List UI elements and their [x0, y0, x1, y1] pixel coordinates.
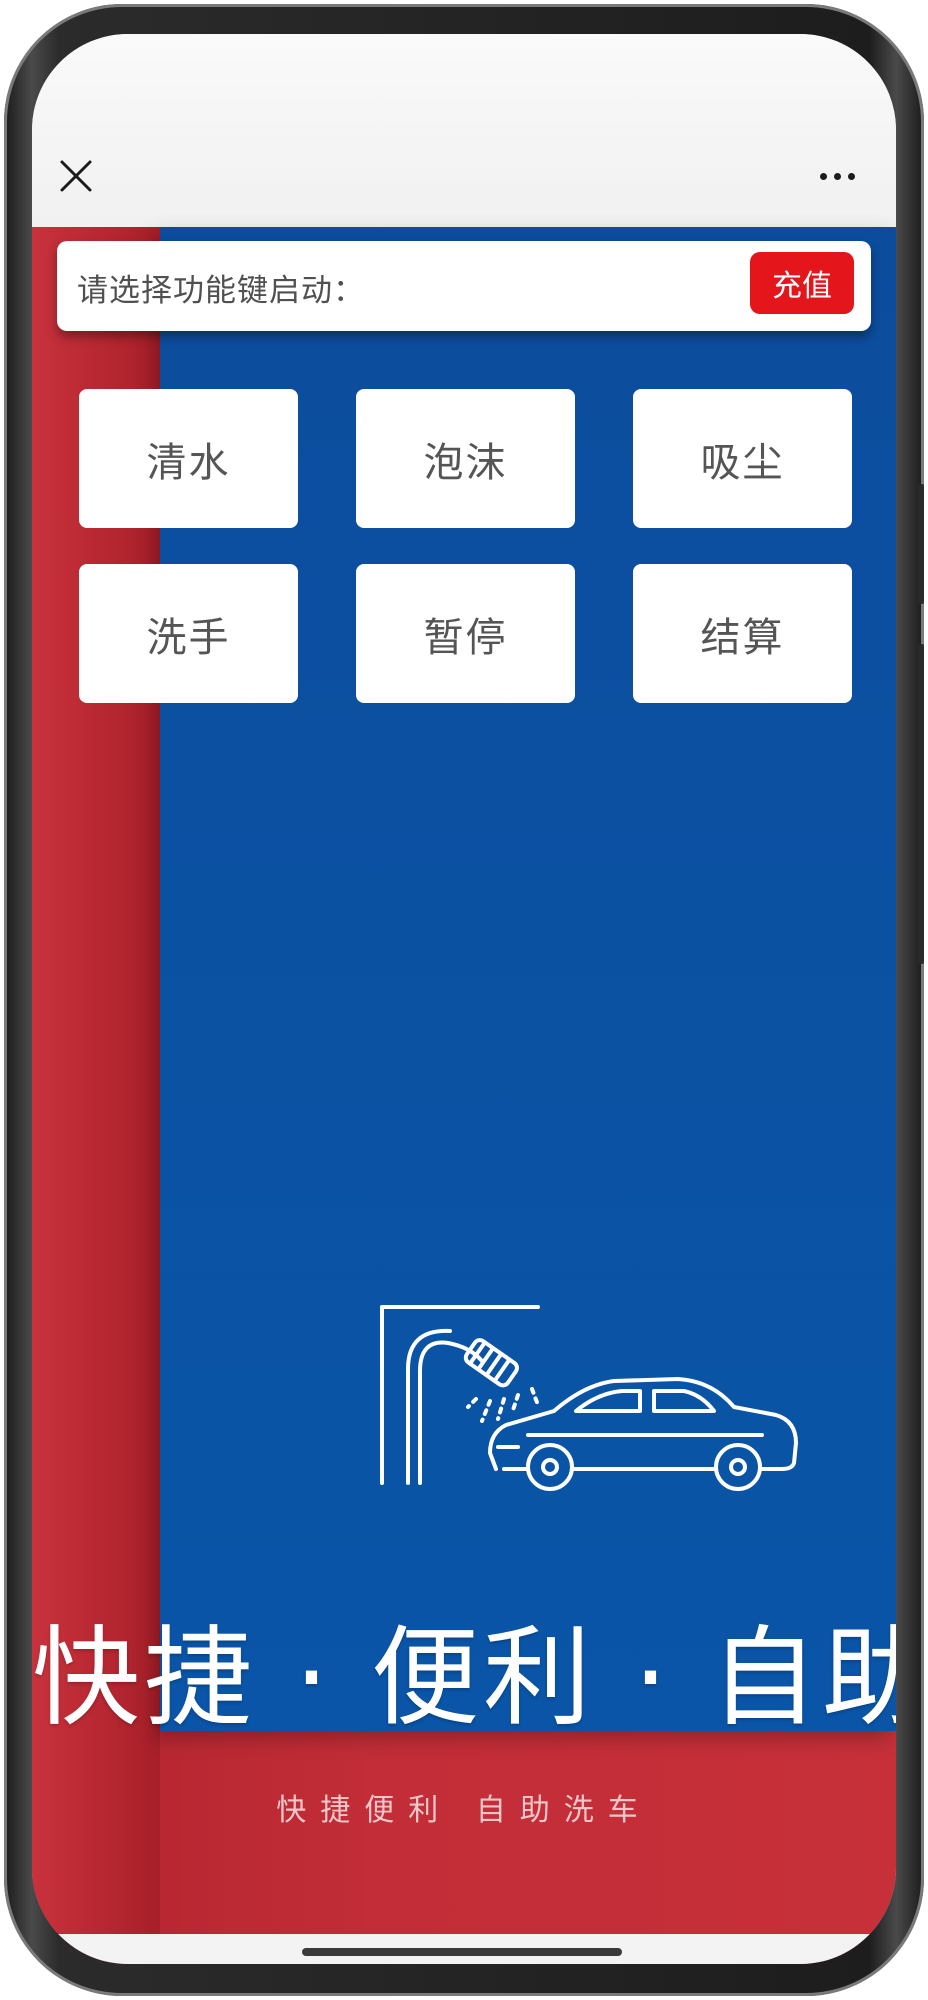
more-icon[interactable]: [820, 166, 864, 186]
home-indicator[interactable]: [302, 1948, 622, 1956]
car-wash-icon: [378, 1303, 808, 1503]
pause-button[interactable]: 暂停: [356, 564, 575, 703]
phone-side-button: [918, 644, 924, 854]
more-dot: [820, 172, 827, 180]
close-icon[interactable]: [58, 158, 94, 194]
checkout-button[interactable]: 结算: [633, 564, 852, 703]
screen: 请选择功能键启动： 充值 清水 泡沫 吸尘 洗手 暂停 结算 快捷 · 便利 ·…: [32, 34, 896, 1964]
mini-program-nav-bar: [32, 34, 896, 227]
prompt-text: 请选择功能键启动：: [77, 273, 365, 309]
main-content: 请选择功能键启动： 充值 清水 泡沫 吸尘 洗手 暂停 结算 快捷 · 便利 ·…: [32, 227, 896, 1964]
phone-side-button: [918, 824, 924, 964]
recharge-button[interactable]: 充值: [750, 252, 854, 314]
function-grid: 清水 泡沫 吸尘 洗手 暂停 结算: [79, 389, 852, 703]
vacuum-button[interactable]: 吸尘: [633, 389, 852, 528]
more-dot: [848, 172, 855, 180]
subslogan-text: 快捷便利 自助洗车: [276, 1793, 652, 1828]
hand-wash-button[interactable]: 洗手: [79, 564, 298, 703]
clean-water-button[interactable]: 清水: [79, 389, 298, 528]
phone-side-button: [918, 484, 924, 604]
prompt-card: 请选择功能键启动： 充值: [57, 241, 871, 331]
more-dot: [834, 172, 841, 180]
foam-button[interactable]: 泡沫: [356, 389, 575, 528]
phone-frame: 请选择功能键启动： 充值 清水 泡沫 吸尘 洗手 暂停 结算 快捷 · 便利 ·…: [4, 4, 924, 1996]
slogan-text: 快捷 · 便利 · 自助: [32, 1616, 896, 1741]
